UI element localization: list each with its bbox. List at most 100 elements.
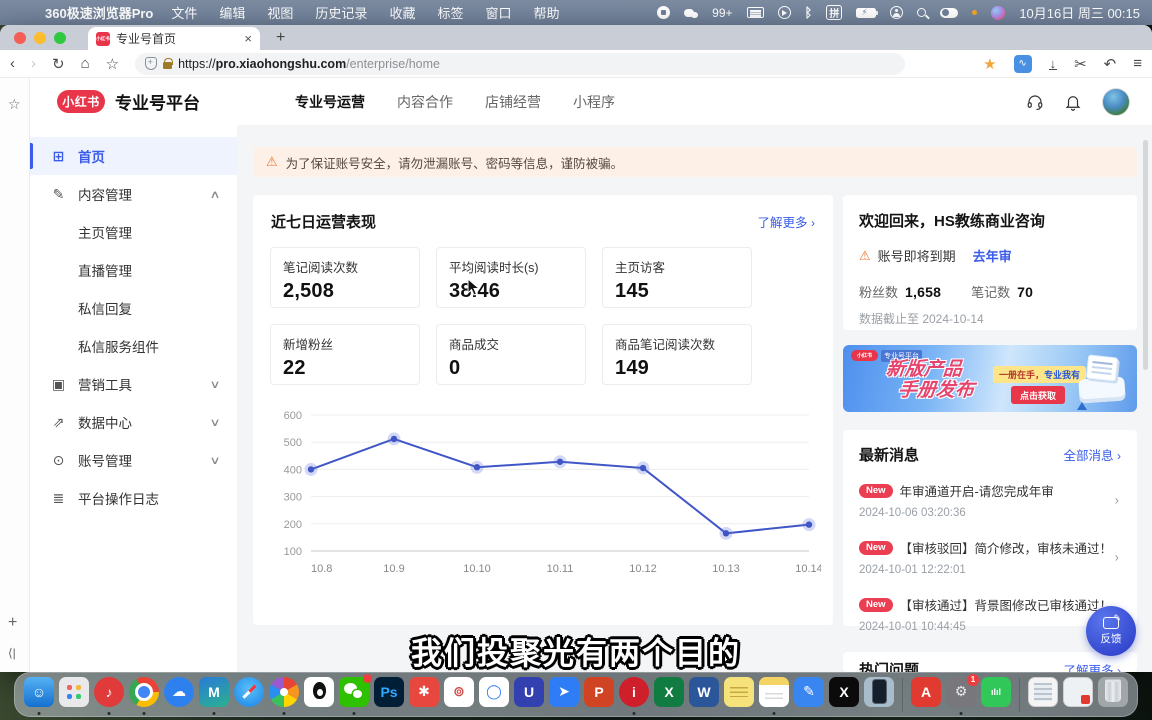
extension-chart-icon[interactable]: ∿ [1014,55,1032,73]
dock-photoshop[interactable]: Ps [373,677,405,713]
dock-settings[interactable]: ⚙1 [945,677,977,713]
menubar-menu-标签[interactable]: 标签 [437,3,463,22]
stat-card-商品笔记阅读次数[interactable]: 商品笔记阅读次数149 [602,324,752,385]
forward-icon[interactable]: › [31,55,36,72]
dock-excel[interactable]: X [653,677,685,713]
dock-netease-music[interactable]: ♪ [93,677,125,713]
site-nav-小程序[interactable]: 小程序 [573,92,615,112]
dock-launchpad[interactable] [58,677,90,713]
bell-icon[interactable] [1064,93,1082,111]
dock-notes[interactable] [758,677,790,713]
dock-i-app[interactable]: i [618,677,650,713]
dock-pencil-app[interactable]: ✎ [793,677,825,713]
dock-clock-app[interactable]: ✱ [408,677,440,713]
undo-icon[interactable]: ↶ [1104,55,1117,73]
menubar-menu-窗口[interactable]: 窗口 [485,3,511,22]
stat-card-新增粉丝[interactable]: 新增粉丝22 [270,324,420,385]
new-tab-button[interactable]: + [276,29,285,47]
sidebar-item-主页管理[interactable]: 主页管理 [30,213,237,251]
site-nav-店铺经营[interactable]: 店铺经营 [485,92,541,112]
menu-hamburger-icon[interactable]: ≡ [1133,55,1142,72]
reload-icon[interactable]: ↻ [52,55,65,73]
wechat-status-icon[interactable] [684,7,698,18]
renew-link[interactable]: 去年审 [973,246,1012,265]
sidebar-item-首页[interactable]: ⊞首页 [30,137,237,175]
dock-stocks[interactable]: ılıl [980,677,1012,713]
site-nav-内容合作[interactable]: 内容合作 [397,92,453,112]
sidebar-item-内容管理[interactable]: ✎内容管理∧ [30,175,237,213]
dock-rings-app[interactable]: ⊚ [443,677,475,713]
menubar-menu-收藏[interactable]: 收藏 [389,3,415,22]
xiaohongshu-logo[interactable]: 小红书 [57,90,105,113]
battery-icon[interactable] [856,8,876,18]
spotlight-search-icon[interactable] [917,8,926,17]
dock-window-thumbnail[interactable] [1027,677,1059,713]
dock-wechat[interactable] [338,677,370,713]
stat-card-笔记阅读次数[interactable]: 笔记阅读次数2,508 [270,247,420,308]
learn-more-link[interactable]: 了解更多 › [758,212,816,231]
dock-u-app[interactable]: U [513,677,545,713]
window-zoom-button[interactable] [54,32,66,44]
all-messages-link[interactable]: 全部消息 › [1064,445,1122,464]
screenshot-scissors-icon[interactable]: ✂ [1074,55,1087,73]
sidebar-item-直播管理[interactable]: 直播管理 [30,251,237,289]
dock-stickies[interactable] [723,677,755,713]
tab-close-icon[interactable]: × [244,31,252,46]
sidebar-item-数据中心[interactable]: ⇗数据中心∨ [30,403,237,441]
favorite-filled-icon[interactable]: ★ [983,55,996,73]
message-item[interactable]: New年审通道开启-请您完成年审2024-10-06 03:20:36› [859,471,1121,528]
apple-logo-icon[interactable] [18,6,31,19]
promo-banner[interactable]: 小红书 专业号平台 新版产品手册发布 一册在手，专业我有 点击获取 [843,345,1137,412]
dock-autodesk-app[interactable]: A [910,677,942,713]
back-icon[interactable]: ‹ [10,55,15,72]
sidebar-item-平台操作日志[interactable]: ≣平台操作日志 [30,479,237,517]
dock-finder[interactable]: ☺ [23,677,55,713]
stat-card-商品成交[interactable]: 商品成交0 [436,324,586,385]
play-status-icon[interactable] [778,6,791,19]
sidebar-item-私信回复[interactable]: 私信回复 [30,289,237,327]
bookmark-star-icon[interactable]: ☆ [106,55,119,73]
dock-doc-thumbnail[interactable] [1062,677,1094,713]
dock-safari[interactable] [233,677,265,713]
sidebar-item-账号管理[interactable]: ⊙账号管理∨ [30,441,237,479]
site-nav-专业号运营[interactable]: 专业号运营 [295,92,365,112]
dock-iphone-mirroring[interactable] [863,677,895,713]
menubar-menu-帮助[interactable]: 帮助 [533,3,559,22]
stat-card-平均阅读时长(s)[interactable]: 平均阅读时长(s)38.46 [436,247,586,308]
screen-record-icon[interactable] [657,6,670,19]
window-minimize-button[interactable] [34,32,46,44]
dock-chat-app[interactable]: ◯ [478,677,510,713]
control-center-icon[interactable] [940,8,958,18]
dock-colorful-browser[interactable] [268,677,300,713]
dock-qq[interactable] [303,677,335,713]
menubar-menu-编辑[interactable]: 编辑 [219,3,245,22]
dock-word[interactable]: W [688,677,720,713]
home-icon[interactable]: ⌂ [81,55,90,72]
menubar-app-name[interactable]: 360极速浏览器Pro [45,3,153,22]
promo-cta-button[interactable]: 点击获取 [1011,386,1065,404]
window-close-button[interactable] [14,32,26,44]
keyboard-icon[interactable] [747,7,764,18]
stat-card-主页访客[interactable]: 主页访客145 [602,247,752,308]
shield-plus-icon[interactable] [145,57,157,70]
menubar-menu-文件[interactable]: 文件 [171,3,197,22]
download-icon[interactable]: ↓ [1049,58,1058,70]
headset-icon[interactable] [1026,93,1044,111]
menubar-clock[interactable]: 10月16日 周三 00:15 [1019,3,1140,22]
dock-trash[interactable] [1097,677,1129,713]
dock-chrome[interactable] [128,677,160,713]
input-method-icon[interactable]: 拼 [826,5,842,20]
address-bar[interactable]: https://pro.xiaohongshu.com/enterprise/h… [135,53,905,75]
dock-powerpoint[interactable]: P [583,677,615,713]
dock-capcut[interactable]: X [828,677,860,713]
siri-icon[interactable] [991,6,1005,20]
sidebar-item-营销工具[interactable]: ▣营销工具∨ [30,365,237,403]
avatar[interactable] [1102,88,1130,116]
sidebar-item-私信服务组件[interactable]: 私信服务组件 [30,327,237,365]
menubar-menu-视图[interactable]: 视图 [267,3,293,22]
dock-maxthon-browser[interactable]: M [198,677,230,713]
page-scrollbar[interactable] [1143,140,1148,370]
dock-quark-browser[interactable]: ☁ [163,677,195,713]
dock-plane-app[interactable]: ➤ [548,677,580,713]
seven-day-line-chart[interactable]: 10020030040050060010.810.910.1010.1110.1… [265,403,821,581]
